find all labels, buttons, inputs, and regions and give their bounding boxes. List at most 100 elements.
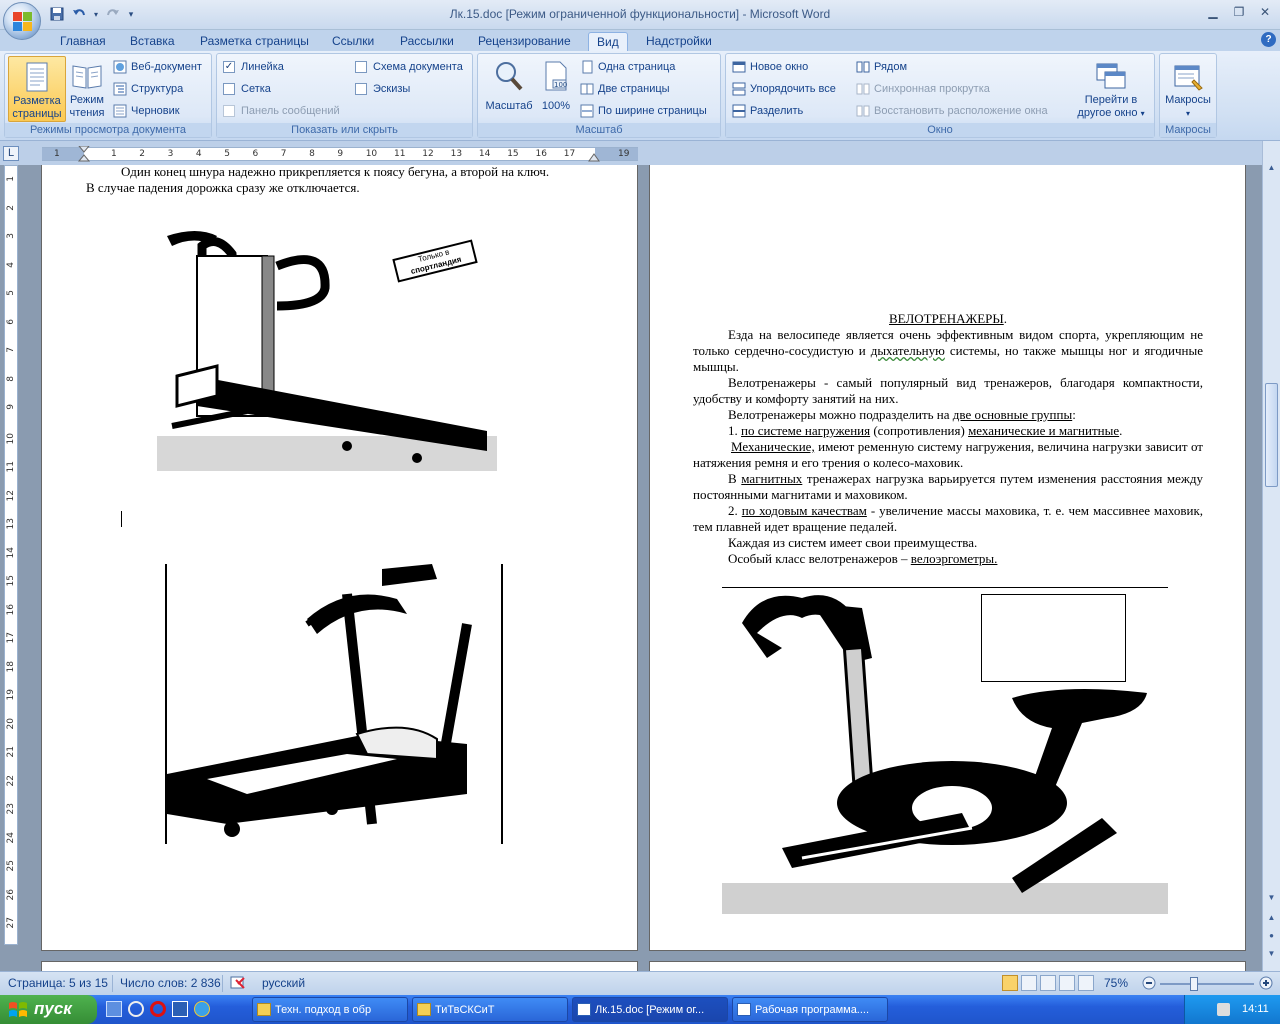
- word-icon[interactable]: [172, 1001, 188, 1017]
- web-view-icon[interactable]: [1040, 975, 1056, 991]
- zoom-out-icon[interactable]: [1142, 976, 1156, 993]
- macros-button[interactable]: Макросы ▾: [1162, 56, 1214, 122]
- web-layout-button[interactable]: Веб-документ: [113, 57, 202, 77]
- zoom-slider-thumb[interactable]: [1190, 977, 1198, 991]
- next-page-icon[interactable]: ▼: [1265, 949, 1278, 962]
- start-button[interactable]: пуск: [0, 995, 97, 1024]
- vertical-ruler[interactable]: 1 2 3 4 5 6 7 8 9 10 11 12 13 14 15 16 17 18 19 20 21 22 23 24 2…: [4, 165, 18, 945]
- print-layout-view-icon[interactable]: [1002, 975, 1018, 991]
- outline-button[interactable]: Структура: [113, 79, 183, 99]
- taskbar-item-word-doc-2[interactable]: Рабочая программа....: [732, 997, 888, 1022]
- page-left-next[interactable]: [41, 961, 638, 971]
- word-count[interactable]: Число слов: 2 836: [120, 976, 221, 990]
- document-workspace[interactable]: Один конец шнура надежно прикрепляется к…: [22, 165, 1262, 971]
- one-page-button[interactable]: Одна страница: [580, 57, 675, 77]
- ruler-row: L 1 1 2 3 4 5 6 7 8 9 10 11 12 13 14 15 16 17 19: [0, 141, 1280, 165]
- treadmill-image-2[interactable]: [165, 564, 503, 844]
- word-doc-icon: [737, 1003, 751, 1016]
- indent-marker-icon[interactable]: [78, 146, 90, 162]
- show-desktop-icon[interactable]: [106, 1001, 122, 1017]
- restore-icon[interactable]: ❐: [1226, 2, 1252, 22]
- switch-windows-label-2: другое окно ▾: [1077, 107, 1145, 119]
- page-indicator[interactable]: Страница: 5 из 15: [8, 976, 108, 990]
- switch-windows-button[interactable]: Перейти в другое окно ▾: [1072, 56, 1150, 122]
- split-button[interactable]: Разделить: [732, 101, 803, 121]
- side-by-side-button[interactable]: Рядом: [856, 57, 907, 77]
- paragraph-4: 1. по системе нагружения (сопротивления)…: [728, 423, 1123, 438]
- page-right-next[interactable]: [649, 961, 1246, 971]
- scroll-thumb[interactable]: [1265, 383, 1278, 487]
- zoom-level[interactable]: 75%: [1104, 976, 1128, 990]
- draft-view-icon[interactable]: [1078, 975, 1094, 991]
- side-by-side-icon: [856, 61, 870, 73]
- page-left[interactable]: Один конец шнура надежно прикрепляется к…: [41, 165, 638, 951]
- ruler-tick-label: 7: [280, 149, 287, 159]
- new-window-icon: [732, 61, 746, 73]
- two-pages-button[interactable]: Две страницы: [580, 79, 670, 99]
- ie-icon[interactable]: [194, 1001, 210, 1017]
- proofing-icon[interactable]: [230, 975, 248, 994]
- tab-home[interactable]: Главная: [52, 32, 114, 51]
- document-map-checkbox[interactable]: Схема документа: [355, 57, 463, 77]
- scroll-up-icon[interactable]: ▲: [1265, 163, 1278, 176]
- tab-review[interactable]: Рецензирование: [470, 32, 579, 51]
- reading-mode-button[interactable]: Режим чтения: [67, 56, 107, 122]
- language-indicator[interactable]: русский: [262, 976, 305, 990]
- taskbar-item-word-doc[interactable]: Лк.15.doc [Режим ог...: [572, 997, 728, 1022]
- tab-selector-button[interactable]: L: [3, 146, 19, 161]
- tray-icon[interactable]: [1217, 1003, 1230, 1016]
- grid-checkbox[interactable]: Сетка: [223, 79, 271, 99]
- clock[interactable]: 14:11: [1242, 1003, 1269, 1015]
- ruler-checkbox[interactable]: ✓ Линейка: [223, 57, 284, 77]
- tab-references[interactable]: Ссылки: [324, 32, 382, 51]
- exercise-bike-image[interactable]: [722, 587, 1168, 914]
- tab-addins[interactable]: Надстройки: [638, 32, 720, 51]
- close-icon[interactable]: ✕: [1252, 2, 1278, 22]
- draft-button[interactable]: Черновик: [113, 101, 180, 121]
- tab-insert[interactable]: Вставка: [122, 32, 183, 51]
- paragraph-1: Езда на велосипеде является очень эффект…: [693, 327, 1204, 374]
- paragraph-3: Велотренажеры можно подразделить на две …: [728, 407, 1076, 422]
- right-indent-marker-icon[interactable]: [588, 152, 600, 162]
- zoom-button[interactable]: Масштаб: [481, 56, 537, 122]
- new-window-button[interactable]: Новое окно: [732, 57, 808, 77]
- browse-object-icon[interactable]: ●: [1265, 931, 1278, 944]
- print-layout-button[interactable]: Разметка страницы: [8, 56, 66, 122]
- help-icon[interactable]: ?: [1261, 32, 1276, 47]
- image-placeholder-box: [981, 594, 1126, 682]
- taskbar-item-folder-1[interactable]: Техн. подход в обр: [252, 997, 408, 1022]
- tab-view[interactable]: Вид: [588, 32, 628, 51]
- group-document-views: Разметка страницы Режим чтения Веб-докум…: [4, 53, 212, 138]
- page-right[interactable]: ВЕЛОТРЕНАЖЕРЫ. Езда на велосипеде являет…: [649, 165, 1246, 951]
- ruler-tick-label: 16: [535, 149, 547, 159]
- office-button[interactable]: [3, 2, 41, 40]
- app-launch-icon[interactable]: [128, 1001, 144, 1017]
- word-doc-icon: [577, 1003, 591, 1016]
- ruler-tick-label: 8: [309, 149, 315, 159]
- vertical-ruler-tick-label: 26: [6, 888, 16, 900]
- horizontal-ruler[interactable]: 1 1 2 3 4 5 6 7 8 9 10 11 12 13 14 15 16 17 19: [42, 146, 638, 162]
- previous-page-icon[interactable]: ▲: [1265, 913, 1278, 926]
- vertical-ruler-tick-label: 17: [6, 632, 16, 644]
- ruler-tick-label: 3: [167, 149, 174, 159]
- vertical-scrollbar[interactable]: ▲ ▼ ▲ ● ▼: [1262, 141, 1280, 971]
- opera-icon[interactable]: [150, 1001, 166, 1017]
- tab-mailings[interactable]: Рассылки: [392, 32, 462, 51]
- reading-view-icon[interactable]: [1021, 975, 1037, 991]
- zoom-in-icon[interactable]: [1259, 976, 1273, 993]
- thumbnails-checkbox[interactable]: Эскизы: [355, 79, 410, 99]
- ruler-right-margin: [595, 148, 638, 160]
- zoom-slider[interactable]: [1160, 977, 1254, 991]
- zoom-100-button[interactable]: 100 100%: [538, 56, 574, 122]
- ruler-tick-label: 13: [450, 149, 463, 159]
- ruler-tick-label: 19: [618, 149, 630, 159]
- taskbar-item-folder-2[interactable]: ТиТвСКСиТ: [412, 997, 568, 1022]
- reading-mode-icon: [71, 60, 103, 92]
- page-width-button[interactable]: По ширине страницы: [580, 101, 707, 121]
- tab-page-layout[interactable]: Разметка страницы: [192, 32, 317, 51]
- outline-view-icon[interactable]: [1059, 975, 1075, 991]
- ribbon: Разметка страницы Режим чтения Веб-докум…: [0, 51, 1280, 141]
- arrange-all-button[interactable]: Упорядочить все: [732, 79, 836, 99]
- scroll-down-icon[interactable]: ▼: [1265, 893, 1278, 906]
- minimize-icon[interactable]: ▁: [1200, 2, 1226, 22]
